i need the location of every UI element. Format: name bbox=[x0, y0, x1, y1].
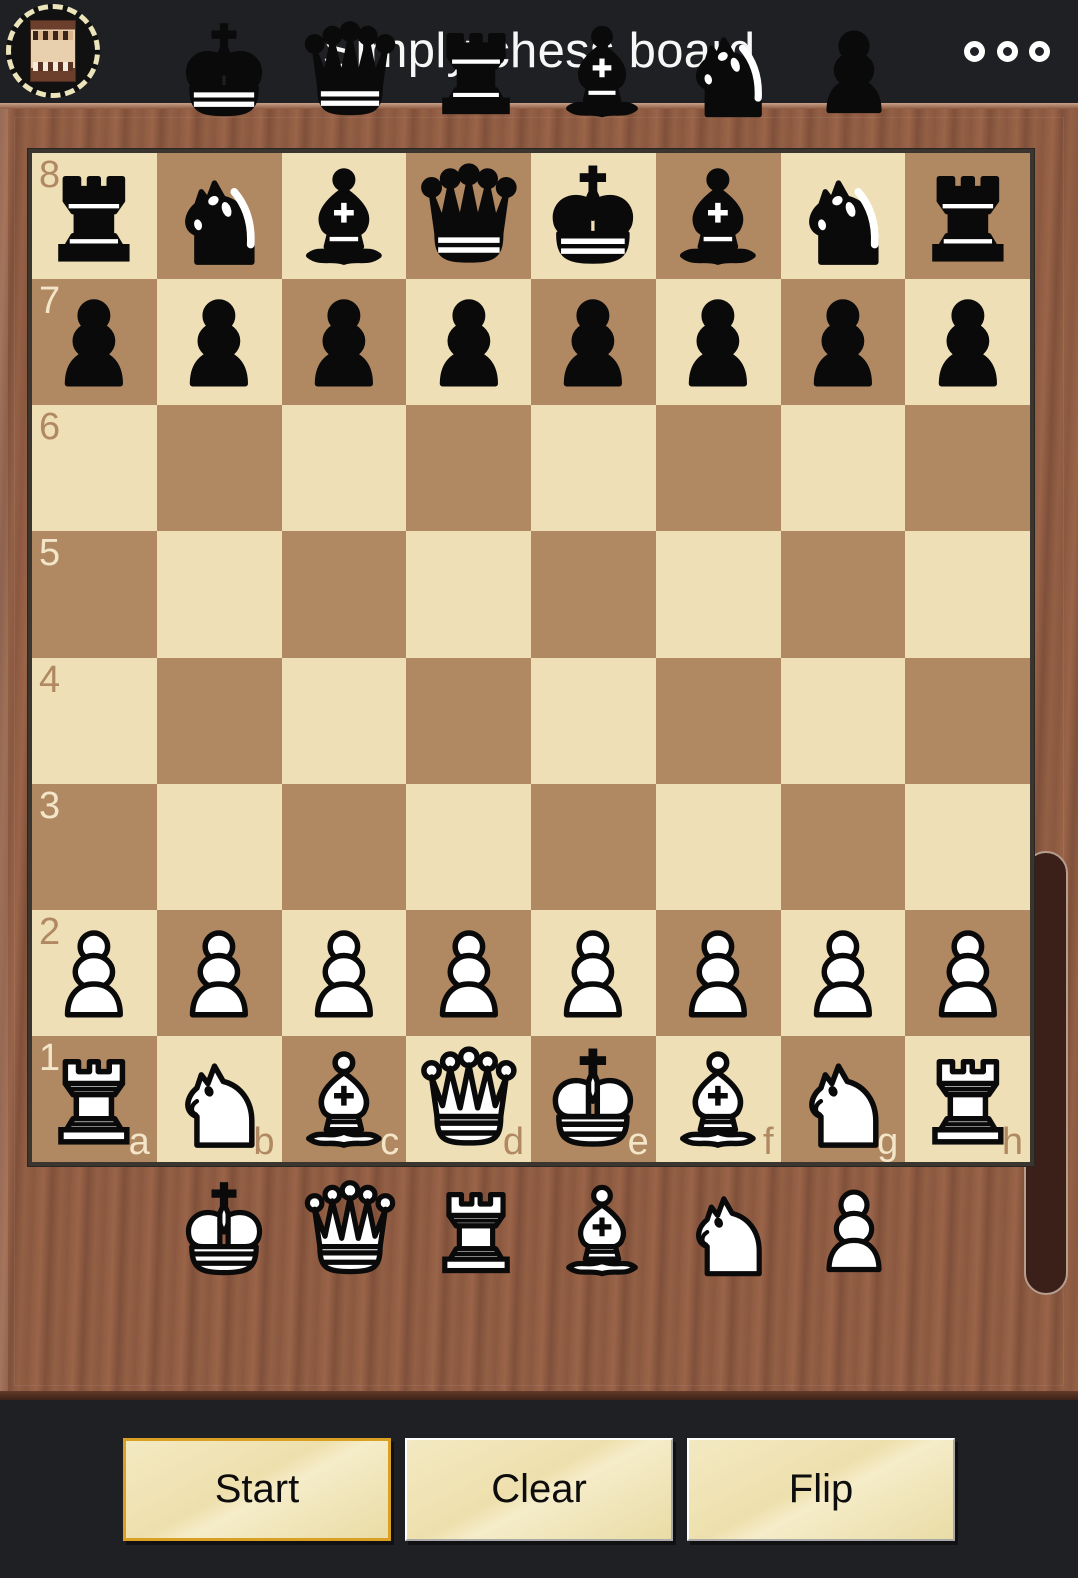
board-square-d6[interactable] bbox=[406, 405, 531, 532]
board-square-d1[interactable]: d bbox=[406, 1035, 531, 1163]
board-square-a1[interactable]: 1a bbox=[32, 1035, 157, 1163]
rank-label-5: 5 bbox=[39, 532, 61, 575]
tray-piece-black-king[interactable] bbox=[161, 12, 287, 130]
board-square-e5[interactable] bbox=[531, 531, 656, 658]
board-square-h8[interactable] bbox=[905, 153, 1030, 280]
board-square-b3[interactable] bbox=[156, 783, 282, 910]
board-square-h1[interactable]: h bbox=[905, 1035, 1030, 1163]
chess-board-container: 8 7 6 5 4 3 2 1 a b c d e f g h bbox=[28, 149, 1034, 1166]
board-square-d8[interactable] bbox=[406, 153, 531, 280]
tray-piece-black-pawn[interactable] bbox=[791, 12, 917, 130]
action-button-bar: Start Clear Flip bbox=[0, 1400, 1078, 1578]
board-square-b6[interactable] bbox=[156, 405, 282, 532]
board-square-c3[interactable] bbox=[281, 783, 407, 910]
board-square-h3[interactable] bbox=[905, 783, 1030, 910]
board-square-a6[interactable]: 6 bbox=[32, 405, 157, 532]
board-square-f6[interactable] bbox=[655, 405, 781, 532]
board-square-f2[interactable] bbox=[655, 909, 781, 1036]
board-square-e2[interactable] bbox=[531, 909, 656, 1036]
rank-label-6: 6 bbox=[39, 406, 61, 449]
board-square-g6[interactable] bbox=[780, 405, 906, 532]
tray-piece-white-pawn[interactable] bbox=[791, 1171, 917, 1289]
black-piece-tray bbox=[0, 8, 1078, 134]
board-square-e7[interactable] bbox=[531, 279, 656, 406]
board-square-c4[interactable] bbox=[281, 657, 407, 784]
board-square-d2[interactable] bbox=[406, 909, 531, 1036]
board-square-h5[interactable] bbox=[905, 531, 1030, 658]
board-square-g4[interactable] bbox=[780, 657, 906, 784]
tray-piece-white-queen[interactable] bbox=[287, 1171, 413, 1289]
start-button[interactable]: Start bbox=[123, 1437, 391, 1541]
tray-piece-white-rook[interactable] bbox=[413, 1171, 539, 1289]
board-square-b2[interactable] bbox=[156, 909, 282, 1036]
tray-piece-white-bishop[interactable] bbox=[539, 1171, 665, 1289]
tray-piece-black-knight[interactable] bbox=[665, 12, 791, 130]
board-square-e3[interactable] bbox=[531, 783, 656, 910]
board-square-d7[interactable] bbox=[406, 279, 531, 406]
board-square-f1[interactable]: f bbox=[655, 1035, 781, 1163]
flip-button[interactable]: Flip bbox=[687, 1437, 955, 1541]
board-square-e4[interactable] bbox=[531, 657, 656, 784]
board-square-h4[interactable] bbox=[905, 657, 1030, 784]
board-square-c1[interactable]: c bbox=[281, 1035, 407, 1163]
rank-label-3: 3 bbox=[39, 784, 61, 827]
board-square-g1[interactable]: g bbox=[780, 1035, 906, 1163]
board-square-h6[interactable] bbox=[905, 405, 1030, 532]
board-square-b4[interactable] bbox=[156, 657, 282, 784]
clear-button[interactable]: Clear bbox=[405, 1437, 673, 1541]
board-square-b5[interactable] bbox=[156, 531, 282, 658]
white-piece-tray bbox=[0, 1167, 1078, 1293]
board-square-g8[interactable] bbox=[780, 153, 906, 280]
board-square-f7[interactable] bbox=[655, 279, 781, 406]
board-square-a7[interactable]: 7 bbox=[32, 279, 157, 406]
board-square-f3[interactable] bbox=[655, 783, 781, 910]
board-square-g7[interactable] bbox=[780, 279, 906, 406]
board-square-g5[interactable] bbox=[780, 531, 906, 658]
board-square-a4[interactable]: 4 bbox=[32, 657, 157, 784]
board-square-h7[interactable] bbox=[905, 279, 1030, 406]
board-square-a5[interactable]: 5 bbox=[32, 531, 157, 658]
board-square-a2[interactable]: 2 bbox=[32, 909, 157, 1036]
chess-board[interactable]: 8 7 6 5 4 3 2 1 a b c d e f g h bbox=[32, 153, 1030, 1163]
board-square-c8[interactable] bbox=[281, 153, 407, 280]
tray-piece-white-knight[interactable] bbox=[665, 1171, 791, 1289]
board-square-d5[interactable] bbox=[406, 531, 531, 658]
board-square-f5[interactable] bbox=[655, 531, 781, 658]
board-square-e6[interactable] bbox=[531, 405, 656, 532]
tray-piece-black-rook[interactable] bbox=[413, 12, 539, 130]
board-square-a3[interactable]: 3 bbox=[32, 783, 157, 910]
board-square-c2[interactable] bbox=[281, 909, 407, 1036]
board-square-b7[interactable] bbox=[156, 279, 282, 406]
board-square-f4[interactable] bbox=[655, 657, 781, 784]
board-square-d3[interactable] bbox=[406, 783, 531, 910]
tray-piece-black-queen[interactable] bbox=[287, 12, 413, 130]
board-square-c7[interactable] bbox=[281, 279, 407, 406]
board-square-c5[interactable] bbox=[281, 531, 407, 658]
board-square-a8[interactable]: 8 bbox=[32, 153, 157, 280]
tray-piece-black-bishop[interactable] bbox=[539, 12, 665, 130]
board-square-h2[interactable] bbox=[905, 909, 1030, 1036]
board-square-e1[interactable]: e bbox=[531, 1035, 656, 1163]
board-square-c6[interactable] bbox=[281, 405, 407, 532]
board-square-g2[interactable] bbox=[780, 909, 906, 1036]
board-square-b8[interactable] bbox=[156, 153, 282, 280]
board-square-d4[interactable] bbox=[406, 657, 531, 784]
board-square-f8[interactable] bbox=[655, 153, 781, 280]
board-square-g3[interactable] bbox=[780, 783, 906, 910]
tray-piece-white-king[interactable] bbox=[161, 1171, 287, 1289]
rank-label-4: 4 bbox=[39, 658, 61, 701]
board-square-b1[interactable]: b bbox=[156, 1035, 282, 1163]
board-square-e8[interactable] bbox=[531, 153, 656, 280]
